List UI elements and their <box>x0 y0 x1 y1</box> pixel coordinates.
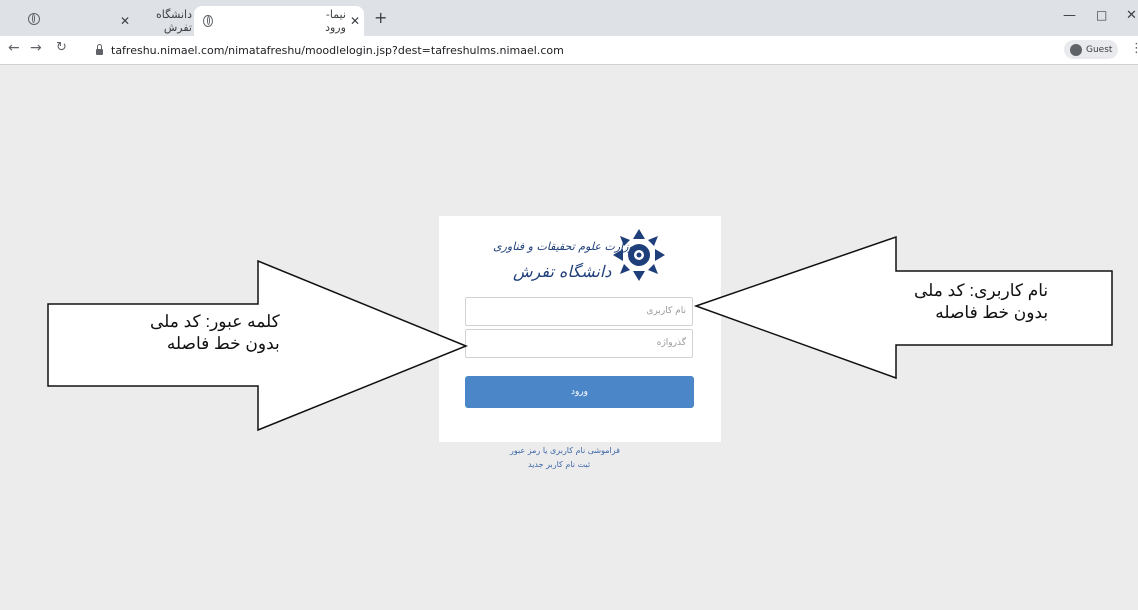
university-name: دانشگاه تفرش <box>513 262 612 281</box>
minimize-button[interactable]: — <box>1063 8 1076 23</box>
password-hint-line1: کلمه عبور: کد ملی <box>150 312 280 331</box>
password-hint-line2: بدون خط فاصله <box>166 334 280 353</box>
login-button-label: ورود <box>570 387 589 397</box>
reload-button[interactable]: ↻ <box>56 40 67 55</box>
tab-tafresh-university[interactable]: ✕ دانشگاه تفرش <box>116 6 192 36</box>
password-hint: کلمه عبور: کد ملی بدون خط فاصله <box>150 312 280 354</box>
forward-button[interactable]: → <box>30 40 42 56</box>
maximize-button[interactable]: □ <box>1096 8 1107 22</box>
username-hint: نام کاربری: کد ملی بدون خط فاصله <box>914 281 1048 323</box>
profile-label: Guest <box>1086 44 1113 55</box>
address-bar[interactable]: tafreshu.nimael.com/nimatafreshu/moodlel… <box>90 39 1050 61</box>
close-window-button[interactable]: ✕ <box>1126 8 1137 23</box>
login-card: وزارت علوم تحقیقات و فناوری دانشگاه تفرش… <box>439 216 721 442</box>
username-input[interactable]: نام کاربری <box>465 297 693 326</box>
profile-button[interactable]: Guest <box>1064 40 1119 59</box>
username-hint-line2: بدون خط فاصله <box>935 303 1049 322</box>
lock-icon <box>96 44 103 55</box>
password-placeholder: گذرواژه <box>656 338 686 348</box>
address-url: tafreshu.nimael.com/nimatafreshu/moodlel… <box>111 43 564 57</box>
username-hint-line1: نام کاربری: کد ملی <box>914 281 1049 300</box>
ministry-name: وزارت علوم تحقیقات و فناوری <box>493 240 634 253</box>
university-emblem-icon <box>613 229 665 281</box>
new-tab-button[interactable]: + <box>374 8 387 27</box>
password-input[interactable]: گذرواژه <box>465 329 693 358</box>
login-button[interactable]: ورود <box>465 376 694 408</box>
username-placeholder: نام کاربری <box>646 306 686 316</box>
tab-title: نیما-ورود <box>325 8 346 34</box>
close-icon[interactable]: ✕ <box>350 14 360 28</box>
close-icon[interactable]: ✕ <box>120 14 130 28</box>
browser-nav-bar: ← → ↻ tafreshu.nimael.com/nimatafreshu/m… <box>0 36 1138 65</box>
avatar-icon <box>1070 43 1082 56</box>
register-link[interactable]: ثبت نام کاربر جدید <box>528 460 590 469</box>
browser-tab-strip: ✕ دانشگاه تفرش نیما-ورود ✕ + — □ ✕ <box>0 0 1138 36</box>
menu-icon[interactable]: ⋮ <box>1130 41 1138 56</box>
back-button[interactable]: ← <box>8 40 20 56</box>
globe-icon <box>28 13 40 25</box>
forgot-credentials-link[interactable]: فراموشی نام کاربری یا رمز عبور <box>510 446 620 455</box>
tab-nima-login[interactable]: نیما-ورود ✕ <box>194 6 364 36</box>
globe-icon <box>203 15 214 27</box>
tab-title: دانشگاه تفرش <box>155 8 192 34</box>
